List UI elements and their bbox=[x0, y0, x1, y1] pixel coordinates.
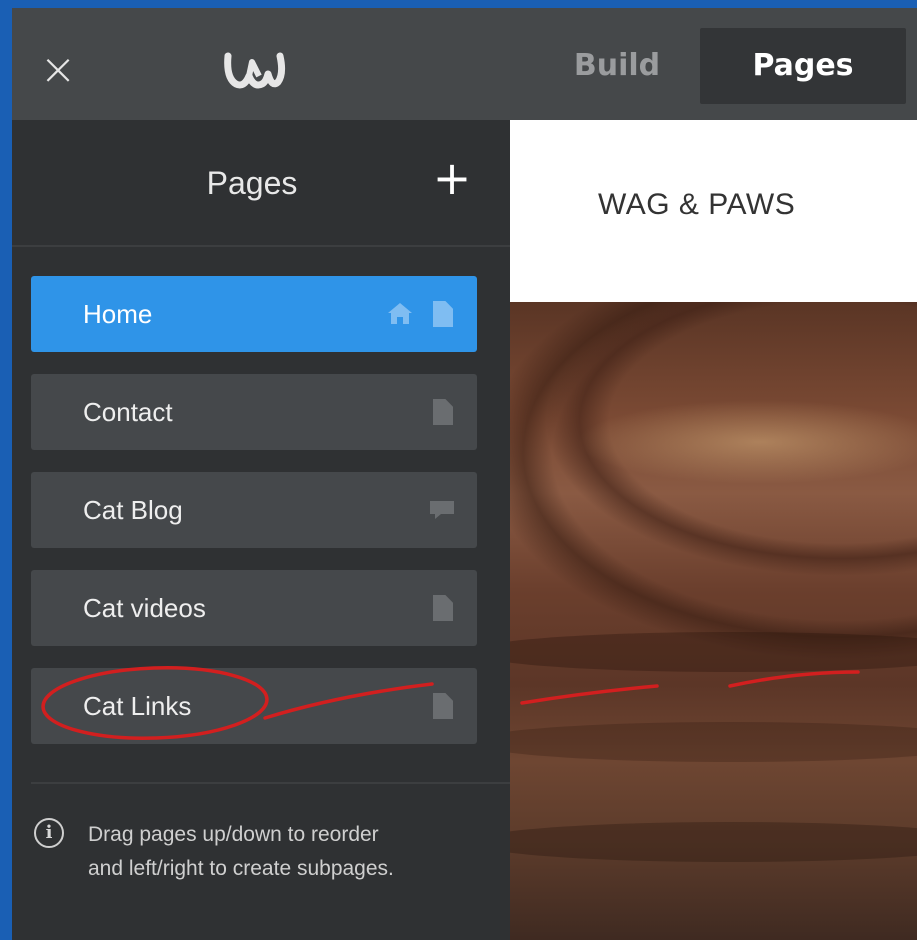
site-title[interactable]: WAG & PAWS bbox=[598, 188, 795, 222]
page-icon bbox=[433, 693, 453, 719]
hero-image[interactable] bbox=[510, 302, 917, 940]
page-item-label: Contact bbox=[83, 397, 173, 427]
reorder-hint: Drag pages up/down to reorder and left/r… bbox=[88, 818, 508, 886]
page-item-label: Home bbox=[83, 299, 153, 329]
pages-sidebar: Pages + Home Contact Cat Blog Cat videos… bbox=[12, 120, 510, 940]
site-preview[interactable]: WAG & PAWS bbox=[510, 120, 917, 940]
page-item-contact[interactable]: Contact bbox=[31, 374, 477, 450]
weebly-logo-icon[interactable] bbox=[222, 48, 286, 92]
info-icon: i bbox=[34, 818, 64, 848]
sidebar-title: Pages bbox=[206, 165, 298, 201]
page-icon bbox=[433, 399, 453, 425]
page-item-label: Cat Links bbox=[83, 691, 192, 721]
editor-window: × Build Pages Pages + Home Contact Cat B… bbox=[12, 8, 917, 940]
page-icon bbox=[433, 595, 453, 621]
page-item-label: Cat videos bbox=[83, 593, 206, 623]
blog-icon bbox=[430, 501, 454, 519]
hero-texture bbox=[510, 722, 917, 762]
hero-texture bbox=[510, 822, 917, 862]
page-item-home[interactable]: Home bbox=[31, 276, 477, 352]
page-item-cat-blog[interactable]: Cat Blog bbox=[31, 472, 477, 548]
hint-line: Drag pages up/down to reorder bbox=[88, 823, 379, 846]
tab-build[interactable]: Build bbox=[542, 28, 692, 104]
top-bar: × Build Pages bbox=[12, 8, 917, 120]
page-icon bbox=[433, 301, 453, 327]
tab-pages[interactable]: Pages bbox=[700, 28, 906, 104]
page-item-cat-videos[interactable]: Cat videos bbox=[31, 570, 477, 646]
page-item-label: Cat Blog bbox=[83, 495, 183, 525]
home-icon bbox=[388, 303, 412, 324]
hero-texture bbox=[510, 632, 917, 672]
divider bbox=[12, 245, 510, 247]
add-page-button[interactable]: + bbox=[430, 148, 474, 208]
close-icon[interactable]: × bbox=[34, 46, 82, 94]
page-item-cat-links[interactable]: Cat Links bbox=[31, 668, 477, 744]
hint-line: and left/right to create subpages. bbox=[88, 857, 394, 880]
divider bbox=[31, 782, 510, 784]
